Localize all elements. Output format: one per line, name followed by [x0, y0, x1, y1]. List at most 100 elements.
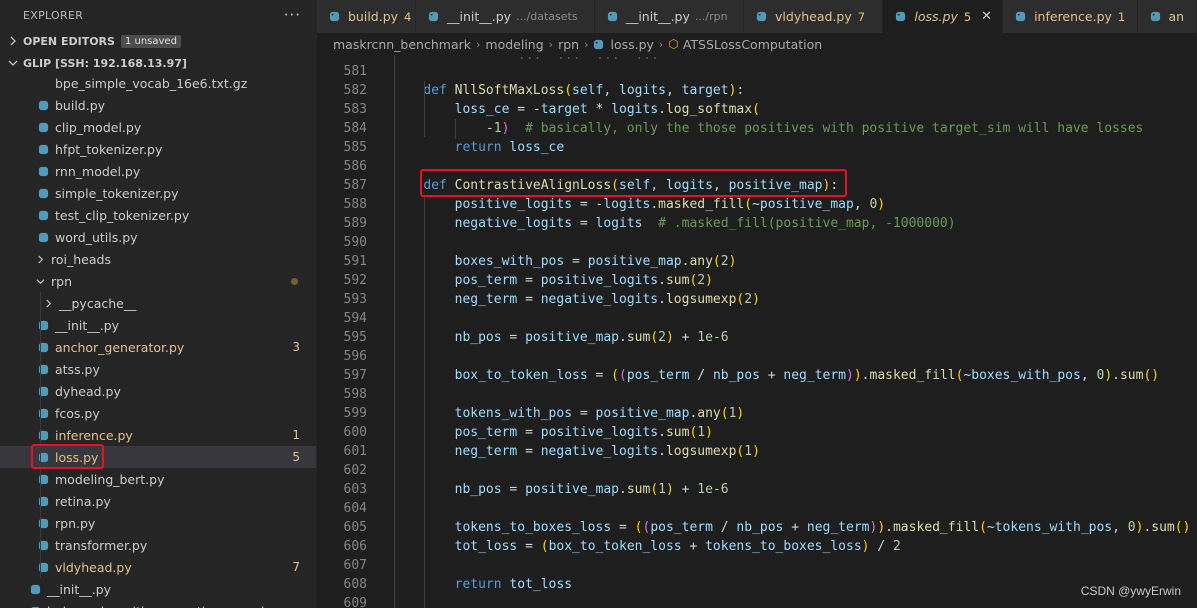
- code-text: positive_logits = -logits.masked_fill(~p…: [454, 197, 886, 212]
- editor-tabs: build.py 4 __init__.py .../datasets __in…: [317, 0, 1197, 33]
- breadcrumb-symbol[interactable]: ATSSLossComputation: [683, 37, 822, 52]
- chevron-right-icon: [10, 36, 16, 46]
- code-line: 590: [317, 233, 1197, 252]
- breadcrumb-item[interactable]: loss.py: [610, 37, 653, 52]
- tree-item[interactable]: rnn_model.py: [0, 160, 316, 182]
- python-file-icon: [1150, 11, 1160, 22]
- chevron-right-icon: [46, 298, 52, 308]
- close-icon[interactable]: ✕: [981, 9, 992, 24]
- tab-build[interactable]: build.py 4: [317, 0, 416, 33]
- tree-item-label: clip_model.py: [55, 119, 142, 135]
- tab-label: inference.py: [1034, 9, 1112, 24]
- tree-item[interactable]: retina.py: [0, 490, 316, 512]
- tree-item[interactable]: simple_tokenizer.py: [0, 182, 316, 204]
- line-number: 586: [343, 159, 367, 174]
- line-number: 594: [343, 311, 367, 326]
- code-line: 607: [317, 556, 1197, 575]
- tree-item[interactable]: build.py: [0, 94, 316, 116]
- indent-guide: [40, 490, 41, 512]
- line-number: 601: [343, 444, 367, 459]
- indent-guide: [40, 292, 41, 314]
- tree-item[interactable]: __pycache__: [0, 292, 316, 314]
- python-file-icon: [428, 11, 439, 22]
- tree-item[interactable]: modeling_bert.py: [0, 468, 316, 490]
- code-text: tokens_to_boxes_loss = ((pos_term / nb_p…: [454, 520, 1191, 535]
- tab-overflow[interactable]: an: [1137, 0, 1197, 33]
- tree-item[interactable]: fcos.py: [0, 402, 316, 424]
- code-text: -1) # basically, only the those positive…: [485, 121, 1144, 136]
- tree-item[interactable]: inference.py 1: [0, 424, 316, 446]
- code-text: nb_pos = positive_map.sum(1) + 1e-6: [454, 482, 729, 497]
- class-symbol-icon: ⬡: [668, 37, 679, 51]
- line-number: 607: [343, 558, 367, 573]
- unsaved-badge: 1 unsaved: [120, 34, 181, 48]
- tree-item[interactable]: roi_heads: [0, 248, 316, 270]
- code-text: pos_term = positive_logits.sum(1): [454, 425, 713, 440]
- tab-label: __init__.py: [447, 9, 512, 24]
- code-text: negative_logits = logits # .masked_fill(…: [454, 216, 956, 231]
- tree-item[interactable]: __init__.py: [0, 578, 316, 600]
- code-line: 602: [317, 461, 1197, 480]
- chevron-right-icon: [38, 254, 44, 264]
- code-text: neg_term = negative_logits.logsumexp(1): [454, 444, 760, 459]
- line-number: 587: [343, 178, 367, 193]
- tree-item[interactable]: vldyhead.py 7: [0, 556, 316, 578]
- problem-count: 4: [404, 9, 412, 24]
- line-number: 581: [343, 64, 367, 79]
- tree-item[interactable]: clip_model.py: [0, 116, 316, 138]
- problem-count: 7: [857, 9, 866, 24]
- open-editors-section[interactable]: OPEN EDITORS 1 unsaved: [0, 30, 317, 52]
- python-file-icon: [38, 232, 49, 242]
- line-number: 590: [343, 235, 367, 250]
- indent-guide: [394, 55, 395, 608]
- code-line: 591 boxes_with_pos = positive_map.any(2): [317, 252, 1197, 271]
- code-editor[interactable]: ... ... ... ... 581 582 def NllSoftMaxLos…: [317, 55, 1197, 608]
- line-number: 600: [343, 425, 367, 440]
- tab-inference[interactable]: inference.py 1: [1003, 0, 1138, 33]
- tree-item[interactable]: transformer.py: [0, 534, 316, 556]
- chevron-down-icon: [36, 278, 45, 284]
- problem-count: 5: [292, 450, 300, 464]
- tree-item[interactable]: bpe_simple_vocab_16e6.txt.gz: [0, 72, 316, 94]
- tree-item-label: rpn.py: [55, 515, 96, 531]
- tree-item[interactable]: anchor_generator.py 3: [0, 336, 316, 358]
- chevron-right-icon: ›: [475, 37, 481, 51]
- explorer-sidebar: EXPLORER ··· OPEN EDITORS 1 unsaved GLIP…: [0, 0, 318, 608]
- tree-item[interactable]: __init__.py: [0, 314, 316, 336]
- tree-item[interactable]: dyhead.py: [0, 380, 316, 402]
- breadcrumb-item[interactable]: modeling: [485, 37, 543, 52]
- code-text: box_to_token_loss = ((pos_term / nb_pos …: [454, 368, 1160, 383]
- tree-item[interactable]: atss.py: [0, 358, 316, 380]
- tree-item-label: dyhead.py: [55, 383, 121, 399]
- code-line: 588 positive_logits = -logits.masked_fil…: [317, 195, 1197, 214]
- python-file-icon: [607, 11, 617, 22]
- python-file-icon: [594, 39, 604, 49]
- line-number: 584: [343, 121, 367, 136]
- tree-item-label: roi_heads: [51, 251, 111, 267]
- tree-item[interactable]: rpn: [0, 270, 316, 292]
- tab-vldyhead[interactable]: vldyhead.py 7: [744, 0, 884, 33]
- code-line: 593 neg_term = negative_logits.logsumexp…: [317, 290, 1197, 309]
- tree-item[interactable]: balanced_positive_negative_sampler.py: [0, 600, 316, 608]
- python-file-icon: [38, 122, 49, 132]
- tree-item[interactable]: test_clip_tokenizer.py: [0, 204, 316, 226]
- tree-item[interactable]: word_utils.py: [0, 226, 316, 248]
- code-text: def NllSoftMaxLoss(self, logits, target)…: [423, 83, 745, 98]
- breadcrumb-item[interactable]: maskrcnn_benchmark: [333, 37, 471, 52]
- file-tree: bpe_simple_vocab_16e6.txt.gz build.py clip…: [0, 60, 316, 608]
- code-line: 596: [317, 347, 1197, 366]
- tree-item[interactable]: rpn.py: [0, 512, 316, 534]
- tab-path: .../datasets: [516, 10, 578, 23]
- indent-guide: [40, 380, 41, 402]
- tab-init-datasets[interactable]: __init__.py .../datasets: [416, 0, 595, 33]
- tree-item-label: bpe_simple_vocab_16e6.txt.gz: [55, 75, 248, 91]
- python-file-icon: [38, 144, 49, 154]
- tab-init-rpn[interactable]: __init__.py .../rpn: [594, 0, 745, 33]
- line-number: 604: [343, 501, 367, 516]
- problem-count: 5: [963, 9, 972, 24]
- tab-loss[interactable]: loss.py 5 ✕: [883, 0, 1004, 33]
- indent-guide: [455, 119, 456, 139]
- tree-item[interactable]: hfpt_tokenizer.py: [0, 138, 316, 160]
- more-actions-icon[interactable]: ···: [284, 6, 301, 24]
- breadcrumb-item[interactable]: rpn: [558, 37, 579, 52]
